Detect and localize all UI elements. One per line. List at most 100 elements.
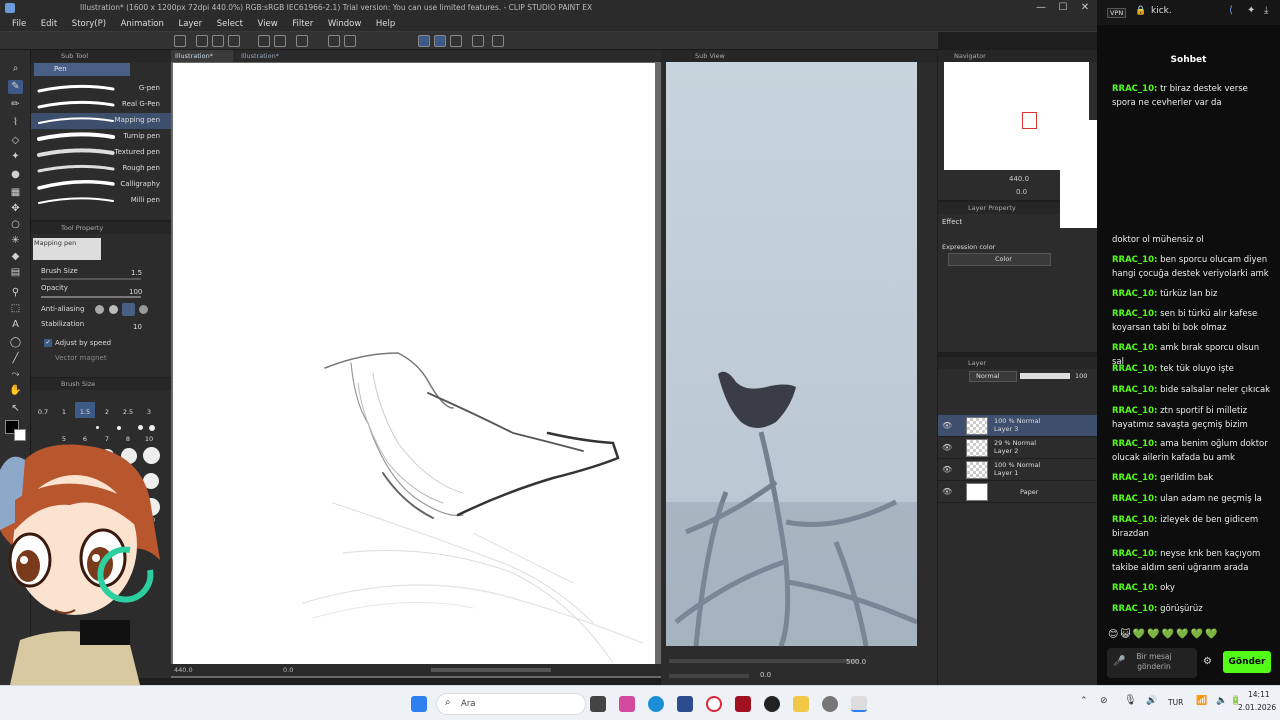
clock-date[interactable]: 2.01.2026 bbox=[1238, 703, 1276, 712]
menu-layer[interactable]: Layer bbox=[178, 16, 202, 32]
menu-story[interactable]: Story(P) bbox=[72, 16, 106, 32]
file-explorer-icon[interactable] bbox=[793, 696, 809, 712]
brush-tool-icon[interactable]: ⌇ bbox=[8, 116, 23, 130]
pencil-tool-icon[interactable]: ✏ bbox=[8, 98, 23, 112]
brush-size-slider[interactable] bbox=[41, 278, 141, 280]
chat-username[interactable]: RRAC_10: bbox=[1112, 473, 1157, 483]
extension-icon[interactable]: ⟨ bbox=[1229, 5, 1233, 16]
zoom-tool-icon[interactable]: ⌕ bbox=[8, 62, 23, 76]
fill-icon[interactable] bbox=[328, 35, 340, 47]
balloon-tool-icon[interactable]: ◯ bbox=[8, 336, 23, 350]
menu-view[interactable]: View bbox=[257, 16, 277, 32]
url-text[interactable]: kick. bbox=[1151, 6, 1172, 16]
chat-username[interactable]: RRAC_10: bbox=[1112, 84, 1157, 94]
visibility-eye-icon[interactable]: 👁 bbox=[942, 443, 952, 452]
chat-username[interactable]: RRAC_10: bbox=[1112, 494, 1157, 504]
chat-username[interactable]: RRAC_10: bbox=[1112, 255, 1157, 265]
chat-username[interactable]: RRAC_10: bbox=[1112, 549, 1157, 559]
layer-row-1[interactable]: 👁 100 % Normal Layer 1 bbox=[938, 459, 1098, 481]
help-icon[interactable] bbox=[492, 35, 504, 47]
brush-row[interactable]: Turnip pen bbox=[31, 129, 171, 145]
subview-zoom-slider[interactable] bbox=[669, 659, 859, 663]
minimize-button[interactable]: — bbox=[1030, 0, 1052, 16]
undo-icon[interactable] bbox=[258, 35, 270, 47]
chat-input[interactable]: 🎤 Bir mesaj gönderin bbox=[1107, 648, 1197, 678]
subtool-tab-pen[interactable]: Pen bbox=[34, 63, 130, 76]
taskbar-search[interactable]: ⌕ Ara bbox=[436, 693, 586, 715]
close-button[interactable]: ✕ bbox=[1074, 0, 1096, 16]
bucket-tool-icon[interactable]: ◆ bbox=[8, 250, 23, 264]
figure-tool-icon[interactable]: ⬚ bbox=[8, 302, 23, 316]
menu-select[interactable]: Select bbox=[217, 16, 243, 32]
maximize-button[interactable]: ☐ bbox=[1052, 0, 1074, 16]
layer-row-3[interactable]: 👁 100 % Normal Layer 3 bbox=[938, 415, 1098, 437]
eraser-tool-icon[interactable]: ◇ bbox=[8, 134, 23, 148]
menu-filter[interactable]: Filter bbox=[292, 16, 313, 32]
tray-chevron-icon[interactable]: ⌃ bbox=[1080, 696, 1088, 706]
app-icon-grey[interactable] bbox=[822, 696, 838, 712]
language-indicator[interactable]: TUR bbox=[1168, 698, 1183, 707]
visibility-eye-icon[interactable]: 👁 bbox=[942, 465, 952, 474]
brush-size-value[interactable]: 1.5 bbox=[131, 269, 142, 277]
magic-wand-tool-icon[interactable]: ✳ bbox=[8, 234, 23, 248]
mic-icon[interactable]: 🎤 bbox=[1113, 656, 1125, 667]
copilot-icon[interactable] bbox=[619, 696, 635, 712]
correct-line-tool-icon[interactable]: ⤳ bbox=[8, 368, 23, 382]
layer-row-2[interactable]: 👁 29 % Normal Layer 2 bbox=[938, 437, 1098, 459]
brush-row-selected[interactable]: Mapping pen bbox=[31, 113, 171, 129]
navigator-angle-value[interactable]: 0.0 bbox=[1016, 188, 1027, 196]
tab-illustration-2[interactable]: Illustration* bbox=[237, 50, 299, 62]
chat-username[interactable]: RRAC_10: bbox=[1112, 364, 1157, 374]
reference-image[interactable] bbox=[666, 62, 917, 646]
antialias-none-icon[interactable] bbox=[95, 305, 104, 314]
open-file-icon[interactable] bbox=[196, 35, 208, 47]
expression-color-select[interactable]: Color bbox=[948, 253, 1051, 266]
obs-icon[interactable] bbox=[764, 696, 780, 712]
size-option[interactable]: 2 bbox=[97, 408, 117, 416]
canvas-angle-value[interactable]: 0.0 bbox=[283, 664, 293, 676]
size-option-selected[interactable]: 1.5 bbox=[75, 402, 95, 418]
network-icon[interactable]: ⊘ bbox=[1100, 696, 1108, 706]
blend-mode-select[interactable]: Normal bbox=[969, 371, 1017, 382]
subview-angle-value[interactable]: 0.0 bbox=[760, 671, 771, 679]
snap-grid-icon[interactable] bbox=[450, 35, 462, 47]
send-button[interactable]: Gönder bbox=[1223, 651, 1271, 673]
airbrush-tool-icon[interactable]: ✦ bbox=[8, 150, 23, 164]
opacity-value[interactable]: 100 bbox=[129, 288, 142, 296]
size-option[interactable]: 3 bbox=[139, 408, 159, 416]
layer-opacity-slider[interactable] bbox=[1020, 373, 1070, 379]
drawing-canvas[interactable] bbox=[173, 63, 655, 665]
chat-username[interactable]: RRAC_10: bbox=[1112, 289, 1157, 299]
navigator-view-frame[interactable] bbox=[1022, 112, 1037, 129]
size-option[interactable]: 1 bbox=[54, 408, 74, 416]
menu-edit[interactable]: Edit bbox=[41, 16, 57, 32]
speaker-icon[interactable]: 🔈 bbox=[1216, 696, 1227, 706]
pen-tool-icon[interactable]: ✎ bbox=[8, 80, 23, 94]
chat-username[interactable]: RRAC_10: bbox=[1112, 583, 1157, 593]
stabilization-value[interactable]: 10 bbox=[133, 323, 142, 331]
text-tool-icon[interactable]: A bbox=[8, 318, 23, 332]
store-icon[interactable] bbox=[677, 696, 693, 712]
canvas-zoom-value[interactable]: 440.0 bbox=[174, 664, 193, 676]
windows-start-icon[interactable] bbox=[411, 696, 427, 712]
gradient-tool-icon[interactable]: ▤ bbox=[8, 266, 23, 280]
menu-window[interactable]: Window bbox=[328, 16, 362, 32]
download-icon[interactable]: ⤓ bbox=[1264, 5, 1268, 16]
size-option[interactable]: 2.5 bbox=[118, 408, 138, 416]
transform-icon[interactable] bbox=[344, 35, 356, 47]
export-icon[interactable] bbox=[228, 35, 240, 47]
chat-settings-icon[interactable]: ⚙ bbox=[1203, 656, 1212, 667]
chat-username[interactable]: RRAC_10: bbox=[1112, 406, 1157, 416]
opera-icon[interactable] bbox=[706, 696, 722, 712]
clock-time[interactable]: 14:11 bbox=[1248, 690, 1270, 699]
visibility-eye-icon[interactable]: 👁 bbox=[942, 421, 952, 430]
tab-illustration-1[interactable]: Illustration* bbox=[171, 50, 233, 62]
eyedropper-tool-icon[interactable]: ⚲ bbox=[8, 286, 23, 300]
mic-tray-icon[interactable]: 🎙 bbox=[1124, 695, 1137, 706]
move-tool-icon[interactable]: ✥ bbox=[8, 202, 23, 216]
save-icon[interactable] bbox=[212, 35, 224, 47]
adjust-speed-checkbox[interactable]: ✓ bbox=[44, 339, 52, 347]
wifi-icon[interactable]: 📶 bbox=[1196, 696, 1207, 706]
canvas-hscroll[interactable] bbox=[431, 668, 551, 672]
subview-zoom-value[interactable]: 500.0 bbox=[846, 658, 866, 666]
